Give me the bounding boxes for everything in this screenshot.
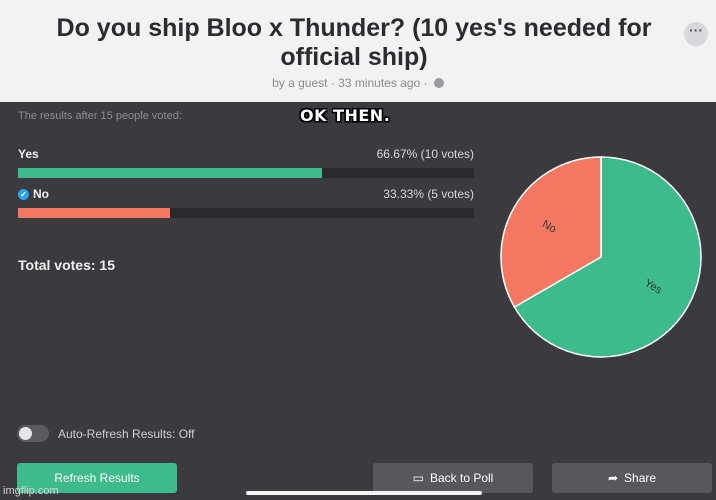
results-pie-chart: Yes No [500, 156, 702, 358]
poll-meta: by a guest · 33 minutes ago · [0, 76, 716, 90]
total-votes: Total votes: 15 [18, 257, 115, 273]
option-stat: 66.67% (10 votes) [376, 147, 474, 161]
watermark: imgflip.com [3, 485, 59, 497]
share-button[interactable]: ➦ Share [552, 463, 712, 493]
poll-meta-text: by a guest · 33 minutes ago · [272, 76, 428, 90]
auto-refresh-toggle[interactable] [17, 425, 49, 442]
more-options-icon: ··· [689, 22, 703, 38]
result-bar-track [18, 208, 474, 218]
poll-icon: ▭ [412, 471, 424, 485]
option-label: No [33, 187, 49, 201]
check-circle-icon: ✓ [18, 188, 29, 200]
home-indicator [246, 491, 482, 495]
auto-refresh-label: Auto-Refresh Results: Off [58, 427, 195, 441]
more-options-button[interactable]: ··· [684, 22, 708, 46]
globe-icon [433, 78, 444, 88]
back-to-poll-label: Back to Poll [429, 471, 494, 485]
meme-caption: OK THEN. [300, 106, 391, 125]
pie-svg: YesNo [500, 156, 702, 358]
poll-title: Do you ship Bloo x Thunder? (10 yes's ne… [56, 14, 652, 71]
share-label: Share [624, 471, 657, 485]
option-yes: Yes 66.67% (10 votes) [18, 146, 474, 178]
result-bar-track [18, 168, 474, 178]
option-stat: 33.33% (5 votes) [383, 187, 474, 201]
option-no: ✓ No 33.33% (5 votes) [18, 186, 474, 218]
result-bar-fill [18, 208, 170, 218]
results-caption: The results after 15 people voted: [18, 110, 182, 122]
option-label-wrap: ✓ No [18, 187, 49, 201]
back-to-poll-button[interactable]: ▭ Back to Poll [373, 463, 533, 493]
refresh-results-label: Refresh Results [54, 471, 140, 485]
toggle-knob [19, 427, 32, 440]
result-bar-fill [18, 168, 322, 178]
option-label: Yes [18, 147, 39, 161]
share-arrow-icon: ➦ [607, 471, 619, 485]
